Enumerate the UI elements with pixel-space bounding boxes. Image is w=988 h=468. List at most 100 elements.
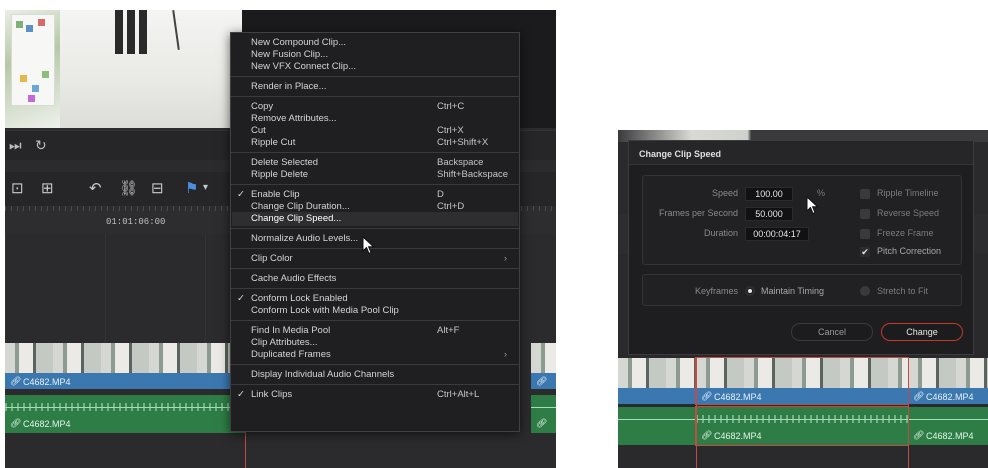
link-icon: 🔗︎ (701, 391, 713, 401)
menu-item-label: Change Clip Speed... (251, 213, 342, 224)
menu-item-label: Normalize Audio Levels... (251, 233, 359, 244)
menu-separator (231, 268, 519, 269)
audio-clip[interactable]: 🔗︎ C4682.MP4 (5, 395, 245, 433)
flag-icon[interactable]: ⚑ (185, 179, 198, 197)
context-menu-item[interactable]: Enable Clip ✓ D (237, 189, 511, 201)
context-menu-item[interactable]: Clip Attributes... (251, 337, 511, 349)
video-clip-prev[interactable] (618, 358, 696, 404)
link-icon: 🔗︎ (536, 418, 548, 428)
stretch-to-fit-radio[interactable] (860, 286, 870, 296)
context-menu-item[interactable]: Duplicated Frames › (251, 349, 511, 361)
checkmark-icon: ✓ (237, 189, 245, 200)
clip-name-bar (618, 388, 696, 404)
context-menu-item[interactable]: Link Clips ✓ Ctrl+Alt+L (237, 389, 511, 401)
audio-clip-next[interactable]: 🔗︎ C4682.MP4 (908, 407, 988, 445)
menu-item-label: Conform Lock Enabled (251, 293, 348, 304)
context-menu-item[interactable]: Normalize Audio Levels... (251, 233, 511, 245)
keyframes-group: Keyframes Maintain Timing Stretch to Fit (642, 274, 962, 306)
context-menu-item[interactable]: Copy Ctrl+C (251, 101, 511, 113)
video-clip[interactable]: 🔗︎ C4682.MP4 (5, 343, 245, 389)
reverse-speed-checkbox[interactable] (860, 209, 870, 219)
link-icon[interactable]: ⛓ (119, 179, 138, 197)
maintain-timing-radio[interactable] (745, 286, 755, 296)
keyframes-label: Keyframes (694, 286, 738, 296)
menu-item-label: Remove Attributes... (251, 113, 337, 124)
fps-input[interactable]: 50.000 (745, 207, 793, 221)
menu-item-label: Ripple Delete (251, 169, 309, 180)
context-menu-item[interactable]: Remove Attributes... (251, 113, 511, 125)
menu-item-label: Find In Media Pool (251, 325, 331, 336)
context-menu-item[interactable]: Ripple Delete Shift+Backspace (251, 169, 511, 181)
context-menu-item[interactable]: Cut Ctrl+X (251, 125, 511, 137)
clip-name: C4682.MP4 (926, 431, 974, 441)
pitch-correction-checkbox[interactable]: ✔ (860, 247, 870, 257)
context-menu-item[interactable]: Cache Audio Effects (251, 273, 511, 285)
clip-name: C4682.MP4 (23, 419, 71, 429)
audio-clip-selected[interactable]: 🔗︎ C4682.MP4 (695, 406, 909, 446)
speed-label: Speed (711, 188, 738, 198)
overwrite-clip-icon[interactable]: ⊞ (41, 179, 54, 197)
submenu-chevron-icon: › (503, 253, 507, 264)
fps-label: Frames per Second (658, 208, 738, 218)
video-clip-next[interactable]: 🔗︎ C4682.MP4 (908, 358, 988, 404)
menu-item-shortcut: Backspace (437, 157, 484, 168)
dialog-title: Change Clip Speed (639, 149, 722, 159)
context-menu-item[interactable]: New Compound Clip... (251, 37, 511, 49)
flag-dropdown-icon[interactable]: ▾ (203, 182, 208, 193)
context-menu-item[interactable]: New VFX Connect Clip... (251, 61, 511, 73)
snapping-icon[interactable]: ↶ (89, 179, 102, 197)
menu-item-shortcut: D (437, 189, 444, 200)
menu-item-label: Conform Lock with Media Pool Clip (251, 305, 399, 316)
clip-context-menu: New Compound Clip... New Fusion Clip... Ne… (230, 32, 520, 432)
speed-settings-group: Speed 100.00 % Frames per Second 50.000 … (642, 175, 962, 265)
context-menu-item[interactable]: Conform Lock Enabled ✓ (237, 293, 511, 305)
link-icon: 🔗︎ (10, 376, 22, 386)
checkmark-icon: ✓ (237, 389, 245, 400)
speed-input[interactable]: 100.00 (745, 187, 793, 201)
cancel-button[interactable]: Cancel (791, 323, 873, 341)
audio-clip-next[interactable]: 🔗︎ (531, 395, 556, 433)
duration-input[interactable]: 00:00:04:17 (745, 227, 809, 241)
video-clip-selected[interactable]: 🔗︎ C4682.MP4 (695, 357, 909, 405)
context-menu-item[interactable]: Ripple Cut Ctrl+Shift+X (251, 137, 511, 149)
playhead[interactable] (908, 358, 909, 468)
menu-item-shortcut: Ctrl+Alt+L (437, 389, 480, 400)
menu-separator (231, 184, 519, 185)
reverse-speed-label: Reverse Speed (877, 208, 940, 218)
insert-clip-icon[interactable]: ⊡ (11, 179, 24, 197)
freeze-frame-label: Freeze Frame (877, 228, 934, 238)
duration-label: Duration (703, 228, 738, 238)
menu-item-shortcut: Shift+Backspace (437, 169, 509, 180)
video-clip-next[interactable]: 🔗︎ (531, 343, 556, 389)
context-menu-item[interactable]: Display Individual Audio Channels (251, 369, 511, 381)
audio-waveform-line (618, 419, 696, 420)
clip-thumbnails (5, 343, 245, 373)
menu-item-label: Change Clip Duration... (251, 201, 350, 212)
audio-waveform-line (531, 407, 556, 408)
context-menu-item[interactable]: Delete Selected Backspace (251, 157, 511, 169)
clip-name: C4682.MP4 (23, 377, 71, 387)
viewer-frame-board (11, 14, 55, 106)
loop-icon[interactable]: ↻ (35, 137, 47, 154)
selection-edge (696, 358, 697, 468)
context-menu-item[interactable]: Find In Media Pool Alt+F (251, 325, 511, 337)
context-menu-item[interactable]: Conform Lock with Media Pool Clip (251, 305, 511, 317)
change-button[interactable]: Change (881, 323, 963, 341)
menu-item-shortcut: Ctrl+X (437, 125, 464, 136)
video-viewer (5, 10, 242, 128)
lock-icon[interactable]: ⊟ (151, 179, 164, 197)
context-menu-item[interactable]: Change Clip Speed... (251, 213, 511, 225)
menu-separator (231, 320, 519, 321)
pitch-correction-label: Pitch Correction (877, 246, 942, 256)
context-menu-item[interactable]: Clip Color › (251, 253, 511, 265)
menu-item-label: New Fusion Clip... (251, 49, 329, 60)
skip-to-end-icon[interactable]: ⏭ (9, 137, 22, 154)
ripple-timeline-checkbox[interactable] (860, 189, 870, 199)
context-menu-item[interactable]: New Fusion Clip... (251, 49, 511, 61)
freeze-frame-checkbox[interactable] (860, 229, 870, 239)
stretch-to-fit-label: Stretch to Fit (877, 286, 929, 296)
menu-item-shortcut: Ctrl+Shift+X (437, 137, 489, 148)
menu-item-label: New Compound Clip... (251, 37, 347, 48)
context-menu-item[interactable]: Render in Place... (251, 81, 511, 93)
audio-clip-prev[interactable] (618, 407, 696, 445)
